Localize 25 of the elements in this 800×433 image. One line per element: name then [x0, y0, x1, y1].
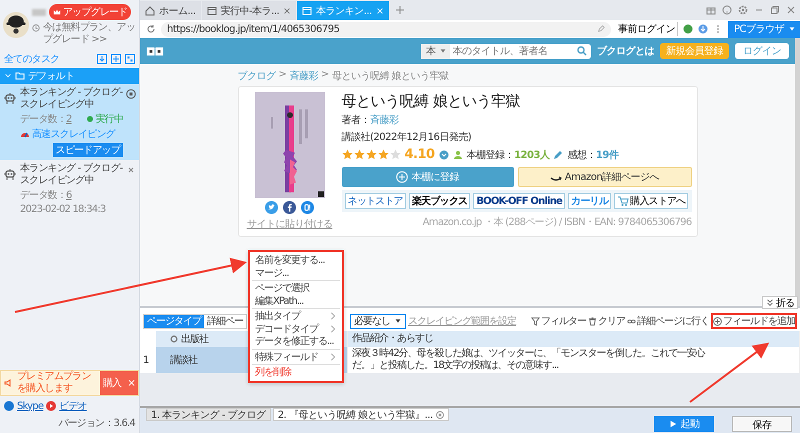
- review-count: 感想：19件: [567, 148, 618, 162]
- breadcrumb-separator: >: [278, 69, 286, 82]
- table-cell: 深夜３時42分、母を殺した娘は、ツイッターに、「モンスターを倒した。これで一安心だ。」と投稿した。18文字の投稿は、その意味す...: [348, 347, 800, 373]
- all-tasks-label: 全てのタスク: [4, 53, 60, 66]
- shelf-count: 本棚登録：1203人: [466, 148, 550, 162]
- data-count: データ数：6: [20, 189, 72, 202]
- version-label: バージョン：3.6.4: [58, 417, 135, 430]
- speed-label: 高速スクレイピング: [32, 128, 115, 141]
- row-number: 1: [142, 354, 150, 368]
- promo-text: プレミアムプランを購入します: [17, 371, 92, 395]
- rating-value: 4.10: [404, 147, 435, 162]
- author-label: 著者：: [342, 115, 370, 126]
- book-meta: Amazon.co.jp ・本 (288ページ) / ISBN・EAN: 9784065306796: [422, 216, 692, 229]
- publisher-info: 講談社(2022年12月16日発売): [342, 130, 472, 144]
- tab-label: 本ランキン...: [316, 4, 372, 18]
- data-count: データ数：2: [20, 113, 72, 126]
- task-title: 本ランキング - ブクログ-スクレイピング中: [20, 163, 123, 187]
- task-title: 本ランキング - ブクログ-スクレイピング中: [20, 87, 123, 111]
- book-title: 母という呪縛 娘という牢獄: [342, 92, 521, 110]
- task-time: 2023-02-02 18:34:3: [20, 204, 106, 215]
- breadcrumb-separator: >: [320, 69, 329, 82]
- tab-label: 実行中-本ラ...: [220, 4, 280, 18]
- tab-label: ホーム...: [159, 4, 196, 18]
- breadcrumb-current: 母という呪縛 娘という牢獄: [332, 70, 448, 83]
- running-status: 実行中: [95, 112, 123, 126]
